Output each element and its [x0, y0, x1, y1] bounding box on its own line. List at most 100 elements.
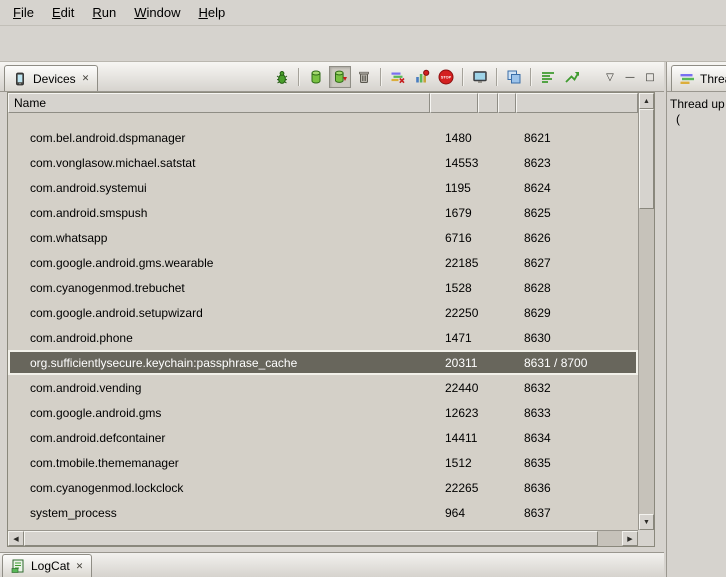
process-port-cell: 8625 [516, 206, 638, 220]
column-header-4[interactable] [498, 93, 516, 113]
update-heap-button[interactable] [305, 66, 327, 88]
process-pid-cell: 1528 [430, 281, 478, 295]
threads-message: Thread up ( [667, 92, 726, 127]
scroll-down-button[interactable]: ▼ [639, 514, 654, 530]
debug-process-button[interactable] [271, 66, 293, 88]
process-name-cell: com.whatsapp [8, 231, 430, 245]
view-hierarchy-button[interactable] [503, 66, 525, 88]
menu-help[interactable]: Help [189, 1, 234, 24]
view-menu-button[interactable]: ▽ [601, 67, 619, 87]
stop-process-button[interactable]: STOP [435, 66, 457, 88]
table-row[interactable]: com.android.defcontainer 14411 8634 [8, 425, 638, 450]
systrace-button[interactable] [537, 66, 559, 88]
dump-hprof-button[interactable] [329, 66, 351, 88]
process-pid-cell: 1679 [430, 206, 478, 220]
method-profiling-button[interactable] [411, 66, 433, 88]
menu-edit[interactable]: Edit [43, 1, 83, 24]
scroll-up-button[interactable]: ▲ [639, 93, 654, 109]
tab-threads[interactable]: Threads ✕ [671, 65, 726, 91]
toolbar-separator [298, 68, 300, 86]
process-name-cell: com.google.android.gms [8, 406, 430, 420]
devices-tabbar: Devices ✕ STOP [0, 62, 664, 92]
vertical-scrollbar-track[interactable] [639, 209, 654, 514]
process-name-cell: com.android.smspush [8, 206, 430, 220]
table-row[interactable]: com.cyanogenmod.trebuchet 1528 8628 [8, 275, 638, 300]
close-icon[interactable]: ✕ [75, 561, 85, 572]
update-threads-button[interactable] [387, 66, 409, 88]
process-port-cell: 8631 / 8700 [516, 356, 638, 370]
horizontal-scrollbar-track[interactable] [598, 531, 622, 546]
threads-message-line2: ( [670, 112, 726, 127]
process-port-cell: 8635 [516, 456, 638, 470]
table-row[interactable]: system_process 964 8637 [8, 500, 638, 525]
table-row[interactable]: com.android.systemui 1195 8624 [8, 175, 638, 200]
horizontal-scrollbar[interactable]: ◀ ▶ [8, 530, 638, 546]
menu-window[interactable]: Window [125, 1, 189, 24]
table-row[interactable]: com.cyanogenmod.lockclock 22265 8636 [8, 475, 638, 500]
vertical-scrollbar-thumb[interactable] [639, 109, 654, 209]
process-pid-cell: 20311 [430, 356, 478, 370]
process-name-cell: com.google.android.gms.wearable [8, 256, 430, 270]
process-name-cell: system_process [8, 506, 430, 520]
devices-toolbar: STOP ▽ — □ [271, 65, 659, 89]
tab-logcat-label: LogCat [31, 559, 70, 573]
process-pid-cell: 22185 [430, 256, 478, 270]
process-name-cell: com.android.systemui [8, 181, 430, 195]
table-header: Name [8, 93, 638, 113]
tab-logcat[interactable]: LogCat ✕ [2, 554, 92, 577]
table-row[interactable]: com.android.smspush 1679 8625 [8, 200, 638, 225]
toolbar-separator [380, 68, 382, 86]
process-port-cell: 8624 [516, 181, 638, 195]
column-header-pid[interactable] [430, 93, 478, 113]
maximize-button[interactable]: □ [641, 67, 659, 87]
horizontal-scrollbar-thumb[interactable] [24, 531, 598, 546]
toolbar-separator [530, 68, 532, 86]
column-header-3[interactable] [478, 93, 498, 113]
table-row[interactable]: com.tmobile.thememanager 1512 8635 [8, 450, 638, 475]
table-row[interactable]: com.android.vending 22440 8632 [8, 375, 638, 400]
minimize-button[interactable]: — [621, 67, 639, 87]
table-row[interactable]: com.android.phone 1471 8630 [8, 325, 638, 350]
scroll-right-button[interactable]: ▶ [622, 531, 638, 546]
table-row[interactable]: org.sufficientlysecure.keychain:passphra… [8, 350, 638, 375]
opengl-trace-button[interactable] [561, 66, 583, 88]
logcat-icon [10, 558, 26, 574]
vertical-scrollbar[interactable]: ▲ ▼ [638, 93, 654, 530]
process-port-cell: 8637 [516, 506, 638, 520]
process-pid-cell: 12623 [430, 406, 478, 420]
stop-icon-label: STOP [441, 76, 452, 80]
process-name-cell: com.bel.android.dspmanager [8, 131, 430, 145]
process-port-cell: 8630 [516, 331, 638, 345]
menu-run[interactable]: Run [83, 1, 125, 24]
device-icon [12, 71, 28, 87]
process-port-cell: 8634 [516, 431, 638, 445]
tab-threads-label: Threads [700, 72, 726, 86]
column-header-port[interactable] [516, 93, 638, 113]
process-pid-cell: 22250 [430, 306, 478, 320]
process-pid-cell: 1480 [430, 131, 478, 145]
tab-devices[interactable]: Devices ✕ [4, 65, 98, 91]
process-table: Name com.bel.android.dspmanager 1480 862… [7, 92, 655, 547]
table-row[interactable]: com.vonglasow.michael.satstat 14553 8623 [8, 150, 638, 175]
column-header-name[interactable]: Name [8, 93, 430, 113]
table-row[interactable]: com.whatsapp 6716 8626 [8, 225, 638, 250]
process-table-body: com.bel.android.dspmanager 1480 8621 com… [8, 113, 638, 530]
scroll-left-button[interactable]: ◀ [8, 531, 24, 546]
process-port-cell: 8623 [516, 156, 638, 170]
process-name-cell: com.cyanogenmod.trebuchet [8, 281, 430, 295]
table-row[interactable]: com.bel.android.dspmanager 1480 8621 [8, 125, 638, 150]
scrollbar-corner [638, 530, 654, 546]
process-port-cell: 8621 [516, 131, 638, 145]
process-port-cell: 8632 [516, 381, 638, 395]
table-row[interactable]: com.google.android.setupwizard 22250 862… [8, 300, 638, 325]
toolbar-separator [462, 68, 464, 86]
cause-gc-button[interactable] [353, 66, 375, 88]
close-icon[interactable]: ✕ [81, 73, 91, 84]
process-name-cell: org.sufficientlysecure.keychain:passphra… [8, 356, 430, 370]
screen-capture-button[interactable] [469, 66, 491, 88]
table-row[interactable]: com.google.android.gms.wearable 22185 86… [8, 250, 638, 275]
logcat-tabbar: LogCat ✕ [0, 552, 664, 577]
table-row[interactable]: com.google.android.gms 12623 8633 [8, 400, 638, 425]
menu-file[interactable]: File [4, 1, 43, 24]
process-port-cell: 8629 [516, 306, 638, 320]
